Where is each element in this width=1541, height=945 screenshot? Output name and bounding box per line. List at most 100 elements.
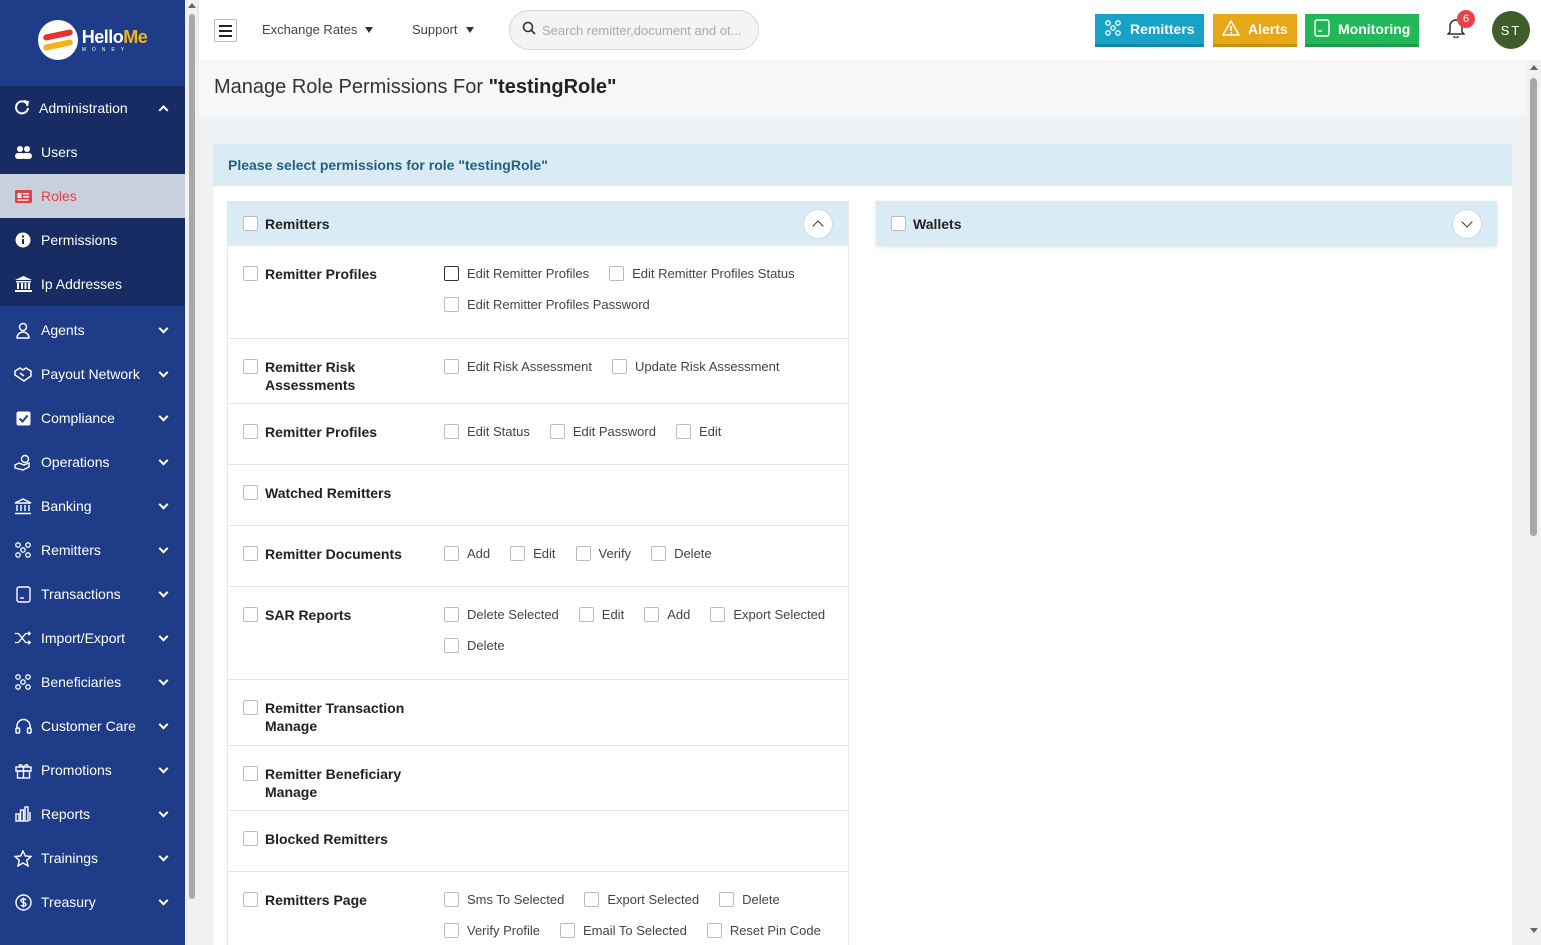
permission-checkbox[interactable]: [444, 297, 459, 312]
monitoring-button[interactable]: Monitoring: [1305, 14, 1420, 47]
permission-checkbox[interactable]: [444, 546, 459, 561]
permission-option[interactable]: Update Risk Assessment: [612, 359, 780, 374]
support-dropdown[interactable]: Support: [412, 22, 474, 37]
permission-option[interactable]: Edit Password: [549, 424, 656, 439]
hamburger-menu-icon[interactable]: [214, 19, 237, 42]
permission-option[interactable]: Delete: [444, 638, 505, 653]
permission-group-checkbox[interactable]: [243, 700, 258, 715]
scroll-up-arrow-icon[interactable]: [188, 3, 196, 8]
scroll-up-arrow-icon[interactable]: [1530, 65, 1538, 70]
remitters-card-header[interactable]: Remitters: [228, 201, 848, 246]
permission-group-checkbox[interactable]: [243, 766, 258, 781]
sidebar-item-treasury[interactable]: Treasury: [0, 880, 185, 924]
sidebar-item-customer-care[interactable]: Customer Care: [0, 704, 185, 748]
permission-checkbox[interactable]: [706, 923, 722, 938]
brand-logo[interactable]: HelloMe MONEY: [0, 0, 185, 80]
permission-checkbox[interactable]: [444, 892, 459, 907]
expand-button[interactable]: [1452, 209, 1482, 239]
permission-option[interactable]: Edit Remitter Profiles Password: [444, 297, 650, 312]
permission-option[interactable]: Delete: [719, 892, 780, 907]
permission-checkbox[interactable]: [559, 923, 575, 938]
sidebar-scrollbar[interactable]: [185, 0, 199, 945]
sidebar-item-compliance[interactable]: Compliance: [0, 396, 185, 440]
sidebar-item-reports[interactable]: Reports: [0, 792, 185, 836]
permission-checkbox[interactable]: [675, 424, 691, 439]
sidebar-item-import-export[interactable]: Import/Export: [0, 616, 185, 660]
sidebar-item-remitters[interactable]: Remitters: [0, 528, 185, 572]
permission-option[interactable]: Edit Remitter Profiles: [444, 266, 589, 281]
collapse-button[interactable]: [803, 209, 833, 239]
permission-group-checkbox[interactable]: [243, 485, 258, 500]
permission-checkbox[interactable]: [609, 266, 625, 281]
permission-group-checkbox[interactable]: [243, 546, 258, 561]
remitters-button[interactable]: Remitters: [1095, 14, 1204, 47]
permission-checkbox[interactable]: [444, 266, 459, 281]
remitters-select-all-checkbox[interactable]: [243, 216, 258, 231]
permission-checkbox[interactable]: [719, 892, 735, 907]
permission-group-checkbox[interactable]: [243, 424, 258, 439]
sidebar-item-payout-network[interactable]: Payout Network: [0, 352, 185, 396]
permission-option[interactable]: Edit Remitter Profiles Status: [609, 266, 795, 281]
permission-option[interactable]: Sms To Selected: [444, 892, 564, 907]
global-search[interactable]: [509, 10, 759, 50]
exchange-rates-dropdown[interactable]: Exchange Rates: [262, 22, 374, 37]
permission-checkbox[interactable]: [444, 359, 459, 374]
user-avatar[interactable]: ST: [1492, 11, 1530, 49]
permissions-instruction: Please select permissions for role "test…: [213, 144, 1512, 186]
permission-option[interactable]: Add: [644, 607, 690, 622]
wallets-card-header[interactable]: Wallets: [876, 201, 1497, 246]
sidebar-item-ip-addresses[interactable]: Ip Addresses: [0, 262, 185, 306]
alerts-button[interactable]: Alerts: [1213, 14, 1297, 47]
permission-option[interactable]: Edit Status: [444, 424, 530, 439]
sidebar-item-banking[interactable]: Banking: [0, 484, 185, 528]
permission-checkbox[interactable]: [644, 607, 660, 622]
sidebar-item-beneficiaries[interactable]: Beneficiaries: [0, 660, 185, 704]
permission-option[interactable]: Delete: [651, 546, 712, 561]
permission-checkbox[interactable]: [584, 892, 600, 907]
permission-option[interactable]: Verify: [575, 546, 631, 561]
page-scrollbar-thumb[interactable]: [1530, 78, 1537, 536]
scroll-down-arrow-icon[interactable]: [1530, 928, 1538, 933]
permission-option[interactable]: Edit: [675, 424, 721, 439]
sidebar-item-operations[interactable]: Operations: [0, 440, 185, 484]
permission-option[interactable]: Export Selected: [710, 607, 825, 622]
sidebar-item-permissions[interactable]: Permissions: [0, 218, 185, 262]
permission-group-checkbox[interactable]: [243, 266, 258, 281]
permission-option[interactable]: Email To Selected: [559, 923, 687, 938]
permission-group-checkbox[interactable]: [243, 607, 258, 622]
permission-checkbox[interactable]: [612, 359, 627, 374]
permission-option[interactable]: Edit: [578, 607, 624, 622]
permission-option[interactable]: Verify Profile: [444, 923, 540, 938]
permission-checkbox[interactable]: [444, 638, 459, 653]
permission-checkbox[interactable]: [710, 607, 726, 622]
sidebar-scrollbar-thumb[interactable]: [189, 14, 195, 899]
sidebar-item-agents[interactable]: Agents: [0, 308, 185, 352]
page-scrollbar[interactable]: [1527, 60, 1541, 945]
permission-option[interactable]: Delete Selected: [444, 607, 559, 622]
permission-option[interactable]: Export Selected: [584, 892, 699, 907]
permission-option[interactable]: Edit: [510, 546, 556, 561]
permission-option[interactable]: Reset Pin Code: [706, 923, 821, 938]
wallets-select-all-checkbox[interactable]: [891, 216, 906, 231]
permission-checkbox[interactable]: [510, 546, 526, 561]
sidebar-item-promotions[interactable]: Promotions: [0, 748, 185, 792]
sidebar-item-transactions[interactable]: Transactions: [0, 572, 185, 616]
permission-option[interactable]: Add: [444, 546, 490, 561]
permission-checkbox[interactable]: [651, 546, 667, 561]
search-input[interactable]: [542, 22, 746, 38]
permission-group-checkbox[interactable]: [243, 892, 258, 907]
permission-checkbox[interactable]: [444, 607, 459, 622]
permission-option[interactable]: Edit Risk Assessment: [444, 359, 592, 374]
permission-group-checkbox[interactable]: [243, 359, 258, 374]
notification-count-badge[interactable]: 6: [1457, 10, 1475, 28]
permission-checkbox[interactable]: [444, 424, 459, 439]
permission-checkbox[interactable]: [578, 607, 594, 622]
sidebar-item-roles[interactable]: Roles: [0, 174, 185, 218]
permission-checkbox[interactable]: [444, 923, 459, 938]
sidebar-item-trainings[interactable]: Trainings: [0, 836, 185, 880]
permission-group-checkbox[interactable]: [243, 831, 258, 846]
permission-checkbox[interactable]: [549, 424, 565, 439]
permission-checkbox[interactable]: [575, 546, 591, 561]
sidebar-section-administration[interactable]: Administration: [0, 86, 185, 130]
sidebar-item-users[interactable]: Users: [0, 130, 185, 174]
